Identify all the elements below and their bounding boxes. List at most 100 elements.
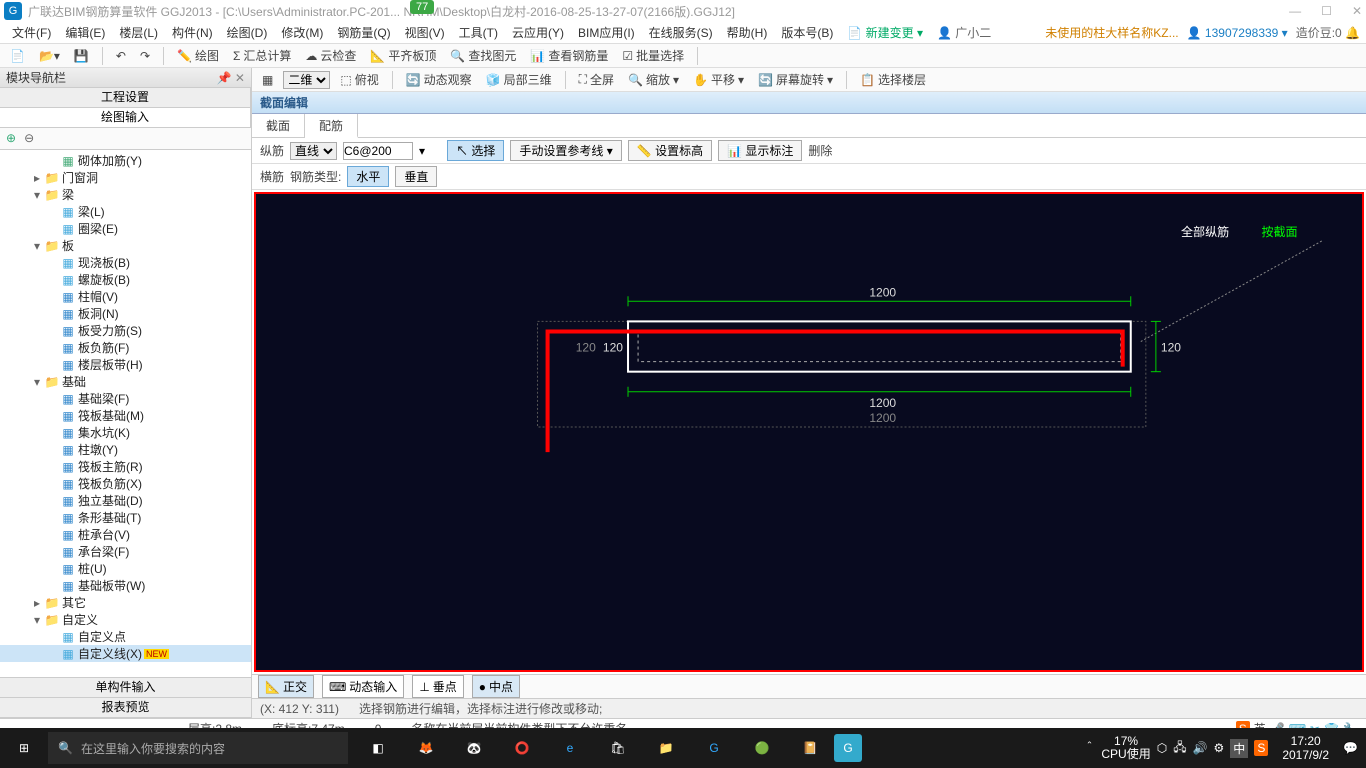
menu-bim[interactable]: BIM应用(I) (572, 22, 641, 43)
warning-text[interactable]: 未使用的柱大样名称KZ... (1045, 24, 1178, 41)
search-input[interactable]: 🔍 在这里输入你要搜索的内容 (48, 732, 348, 764)
phone-button[interactable]: 👤 13907298339 ▾ (1187, 26, 1288, 40)
tree-item[interactable]: ▦桩承台(V) (0, 526, 251, 543)
pin-icon[interactable]: 📌 ✕ (217, 71, 245, 85)
new-file-button[interactable]: 📄 (6, 48, 29, 64)
tree-item[interactable]: ▦现浇板(B) (0, 254, 251, 271)
tree-item[interactable]: ▾📁梁 (0, 186, 251, 203)
tab-single-input[interactable]: 单构件输入 (0, 678, 251, 698)
menu-view[interactable]: 视图(V) (399, 22, 451, 43)
edge-icon[interactable]: e (546, 728, 594, 768)
select-button[interactable]: ↖ 选择 (447, 140, 504, 161)
draw-button[interactable]: ✏️ 绘图 (173, 46, 223, 65)
drawing-canvas[interactable]: 全部纵筋 按截面 1200 1200 1200 120 120 120 (254, 192, 1364, 672)
line-type-select[interactable]: 直线 (290, 142, 337, 160)
tab-project-settings[interactable]: 工程设置 (0, 88, 251, 107)
tray-icon[interactable]: ⬡ (1157, 741, 1167, 755)
tree-item[interactable]: ▦桩(U) (0, 560, 251, 577)
dyn-input-button[interactable]: ⌨ 动态输入 (322, 675, 404, 698)
tab-section[interactable]: 截面 (252, 114, 305, 137)
tree-item[interactable]: ▦集水坑(K) (0, 424, 251, 441)
app-icon[interactable]: 🟢 (738, 728, 786, 768)
app-icon[interactable]: 🐼 (450, 728, 498, 768)
user-button[interactable]: 👤 广小二 (931, 22, 997, 43)
rebar-spec-input[interactable] (343, 142, 413, 160)
delete-button[interactable]: 删除 (808, 142, 832, 159)
volume-icon[interactable]: 🔊 (1193, 741, 1208, 755)
tree-item[interactable]: ▦筏板负筋(X) (0, 475, 251, 492)
orbit-button[interactable]: 🔄 动态观察 (402, 70, 476, 89)
tree-item[interactable]: ▦板洞(N) (0, 305, 251, 322)
expand-all-icon[interactable]: ⊕ (6, 131, 16, 146)
view-rebar-button[interactable]: 📊 查看钢筋量 (526, 46, 612, 65)
maximize-icon[interactable]: ☐ (1321, 4, 1332, 18)
tree-item[interactable]: ▦自定义点 (0, 628, 251, 645)
menu-cloud[interactable]: 云应用(Y) (506, 22, 570, 43)
undo-button[interactable]: ↶ (112, 48, 130, 64)
redo-button[interactable]: ↷ (136, 48, 154, 64)
zoom-button[interactable]: 🔍 缩放 ▾ (624, 70, 683, 89)
tree-item[interactable]: ▦圈梁(E) (0, 220, 251, 237)
menu-tool[interactable]: 工具(T) (453, 22, 504, 43)
tree-item[interactable]: ▸📁其它 (0, 594, 251, 611)
menu-help[interactable]: 帮助(H) (721, 22, 774, 43)
pan-button[interactable]: ✋ 平移 ▾ (689, 70, 748, 89)
ortho-button[interactable]: 📐 正交 (258, 675, 314, 698)
select-floor-button[interactable]: 📋 选择楼层 (856, 70, 930, 89)
tree-item[interactable]: ▦楼层板带(H) (0, 356, 251, 373)
menu-rebar[interactable]: 钢筋量(Q) (331, 22, 396, 43)
horizontal-button[interactable]: 水平 (347, 166, 389, 187)
tree-item[interactable]: ▦梁(L) (0, 203, 251, 220)
flat-top-button[interactable]: 📐 平齐板顶 (366, 46, 440, 65)
tray-chevron-icon[interactable]: ＾ (1083, 740, 1095, 757)
clock-date[interactable]: 2017/9/2 (1282, 748, 1329, 762)
batch-select-button[interactable]: ☑ 批量选择 (618, 46, 688, 65)
tree-item[interactable]: ▦自定义线(X)NEW (0, 645, 251, 662)
menu-online[interactable]: 在线服务(S) (643, 22, 719, 43)
tab-report-preview[interactable]: 报表预览 (0, 698, 251, 718)
menu-modify[interactable]: 修改(M) (275, 22, 329, 43)
notification-icon[interactable]: 💬 (1343, 741, 1358, 755)
tree-item[interactable]: ▦板受力筋(S) (0, 322, 251, 339)
tree-item[interactable]: ▦基础板带(W) (0, 577, 251, 594)
component-tree[interactable]: ▦砌体加筋(Y)▸📁门窗洞▾📁梁▦梁(L)▦圈梁(E)▾📁板▦现浇板(B)▦螺旋… (0, 150, 251, 677)
tree-item[interactable]: ▦基础梁(F) (0, 390, 251, 407)
tab-rebar[interactable]: 配筋 (305, 114, 358, 138)
ref-line-button[interactable]: 手动设置参考线 ▾ (510, 140, 621, 161)
minimize-icon[interactable]: — (1289, 4, 1301, 18)
close-icon[interactable]: ✕ (1352, 4, 1362, 18)
perp-snap-button[interactable]: ⊥ 垂点 (412, 675, 463, 698)
clock-time[interactable]: 17:20 (1282, 734, 1329, 748)
tree-item[interactable]: ▦螺旋板(B) (0, 271, 251, 288)
tree-item[interactable]: ▦条形基础(T) (0, 509, 251, 526)
menu-edit[interactable]: 编辑(E) (59, 22, 111, 43)
tree-item[interactable]: ▦板负筋(F) (0, 339, 251, 356)
app-icon[interactable]: G (834, 734, 862, 762)
menu-version[interactable]: 版本号(B) (775, 22, 839, 43)
tree-item[interactable]: ▾📁自定义 (0, 611, 251, 628)
app-icon[interactable]: ⭕ (498, 728, 546, 768)
menu-floor[interactable]: 楼层(L) (113, 22, 164, 43)
menu-draw[interactable]: 绘图(D) (221, 22, 274, 43)
fullscreen-button[interactable]: ⛶ 全屏 (575, 70, 618, 89)
tree-item[interactable]: ▸📁门窗洞 (0, 169, 251, 186)
menu-component[interactable]: 构件(N) (166, 22, 219, 43)
mid-snap-button[interactable]: ● 中点 (472, 675, 520, 698)
tree-item[interactable]: ▾📁基础 (0, 373, 251, 390)
tree-item[interactable]: ▦柱墩(Y) (0, 441, 251, 458)
rotate-button[interactable]: 🔄 屏幕旋转 ▾ (754, 70, 837, 89)
top-view-button[interactable]: ⬚ 俯视 (336, 70, 382, 89)
app-icon[interactable]: 🦊 (402, 728, 450, 768)
tree-item[interactable]: ▦筏板主筋(R) (0, 458, 251, 475)
app-icon[interactable]: G (690, 728, 738, 768)
network-icon[interactable]: 🖧 (1173, 738, 1186, 759)
tree-item[interactable]: ▦承台梁(F) (0, 543, 251, 560)
open-button[interactable]: 📂▾ (35, 48, 64, 64)
tree-item[interactable]: ▦独立基础(D) (0, 492, 251, 509)
ime-orange-icon[interactable]: S (1254, 740, 1268, 756)
vertical-button[interactable]: 垂直 (395, 166, 437, 187)
find-button[interactable]: 🔍 查找图元 (446, 46, 520, 65)
tree-item[interactable]: ▾📁板 (0, 237, 251, 254)
cloud-check-button[interactable]: ☁ 云检查 (301, 46, 360, 65)
tray-icon[interactable]: ⚙ (1214, 741, 1225, 755)
